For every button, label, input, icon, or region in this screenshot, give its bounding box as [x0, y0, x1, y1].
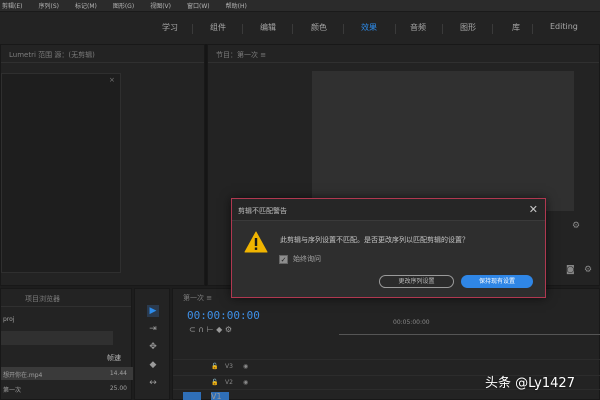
source-panel-header[interactable]: Lumetri 范围 源：(无剪辑)	[1, 45, 204, 63]
wrench-icon[interactable]: ⚙	[572, 221, 580, 231]
menu-item-window[interactable]: 窗口(W)	[187, 1, 210, 10]
watermark: 头条 @Ly1427	[485, 376, 575, 391]
project-search-input[interactable]	[1, 331, 113, 345]
track-select-tool-icon[interactable]: ⇥	[147, 323, 159, 335]
tab-effects[interactable]: 效果	[361, 22, 377, 33]
track-v3[interactable]: 🔓 V3 ◉	[173, 359, 600, 373]
keep-existing-settings-button[interactable]: 保持现有设置	[461, 275, 533, 288]
close-icon[interactable]: ✕	[529, 203, 538, 216]
slip-tool-icon[interactable]: ↔	[147, 377, 159, 389]
tab-separator	[492, 24, 493, 34]
snap-icon[interactable]: ⊂ ∩ ⊢ ◆ ⚙	[189, 325, 232, 334]
settings-icon[interactable]: ⚙	[584, 265, 592, 275]
close-icon[interactable]: ×	[109, 76, 115, 84]
list-item[interactable]: 想开你在.mp4 14.44	[1, 367, 133, 380]
always-ask-checkbox-row[interactable]: ✓ 始终询问	[279, 254, 321, 264]
track-label: V3	[225, 363, 233, 370]
warning-icon	[244, 231, 268, 253]
list-item[interactable]: 第一次 25.00	[1, 382, 133, 395]
always-ask-label[interactable]: 始终询问	[293, 254, 321, 264]
tab-libraries[interactable]: 库	[512, 22, 520, 33]
tab-separator	[532, 24, 533, 34]
tab-audio[interactable]: 音频	[410, 22, 426, 33]
list-item-value: 14.44	[109, 370, 127, 377]
menu-bar: 剪辑(E) 序列(S) 标记(M) 图形(G) 视图(V) 窗口(W) 帮助(H…	[0, 0, 600, 12]
tab-separator	[292, 24, 293, 34]
track-label-v1[interactable]: V1	[211, 392, 229, 400]
project-panel: 项目浏览器 proj 帧速 想开你在.mp4 14.44 第一次 25.00	[0, 288, 133, 400]
eye-icon[interactable]: ◉	[243, 379, 248, 386]
timeline-ruler-label: 00:05:00:00	[393, 319, 430, 326]
list-item-value: 25.00	[109, 385, 127, 392]
lock-icon[interactable]: 🔓	[211, 363, 218, 370]
change-sequence-settings-button[interactable]: 更改序列设置	[379, 275, 454, 288]
eye-icon[interactable]: ◉	[243, 363, 248, 370]
selection-tool-icon[interactable]: ▶	[147, 305, 159, 317]
dialog-message: 此剪辑与序列设置不匹配。是否更改序列以匹配剪辑的设置？	[280, 236, 469, 244]
menu-item-markers[interactable]: 标记(M)	[75, 1, 97, 10]
always-ask-checkbox[interactable]: ✓	[279, 254, 288, 264]
tools-panel: ▶ ⇥ ✥ ◆ ↔	[134, 288, 170, 400]
tab-editing[interactable]: 编辑	[260, 22, 276, 33]
source-panel: Lumetri 范围 源：(无剪辑) ×	[0, 44, 205, 286]
track-label: V2	[225, 379, 233, 386]
menu-item-graphics[interactable]: 图形(G)	[113, 1, 134, 10]
tab-editing-workspace[interactable]: Editing	[550, 22, 578, 31]
project-panel-header[interactable]: 项目浏览器	[1, 289, 131, 307]
tab-separator	[442, 24, 443, 34]
list-item-name: 第一次	[3, 387, 22, 394]
menu-item-help[interactable]: 帮助(H)	[226, 1, 247, 10]
menu-item-edit[interactable]: 剪辑(E)	[2, 1, 22, 10]
tab-separator	[343, 24, 344, 34]
program-panel-header[interactable]: 节目：第一次 ≡	[208, 45, 599, 63]
menu-item-view[interactable]: 视图(V)	[150, 1, 171, 10]
tab-assembly[interactable]: 组件	[210, 22, 226, 33]
list-item-name: 想开你在.mp4	[3, 372, 43, 379]
column-header-framerate[interactable]: 帧速	[107, 353, 121, 363]
ripple-edit-tool-icon[interactable]: ✥	[147, 341, 159, 353]
workspace-bar: 学习 组件 编辑 颜色 效果 音频 图形 库 Editing	[0, 12, 600, 44]
tab-separator	[395, 24, 396, 34]
lock-icon[interactable]: 🔓	[211, 379, 218, 386]
project-file-label: proj	[3, 316, 15, 323]
tab-learning[interactable]: 学习	[162, 22, 178, 33]
source-inner-pane	[1, 73, 121, 273]
timeline-ruler[interactable]	[339, 329, 600, 335]
menu-item-sequence[interactable]: 序列(S)	[38, 1, 59, 10]
tab-separator	[242, 24, 243, 34]
camera-icon[interactable]: ◙	[566, 265, 575, 275]
dialog-title: 剪辑不匹配警告	[232, 199, 545, 221]
track-target-v1[interactable]	[183, 392, 201, 400]
tab-graphics[interactable]: 图形	[460, 22, 476, 33]
program-monitor-display	[312, 71, 574, 211]
tab-color[interactable]: 颜色	[311, 22, 327, 33]
clip-mismatch-dialog: 剪辑不匹配警告 ✕ 此剪辑与序列设置不匹配。是否更改序列以匹配剪辑的设置？ ✓ …	[231, 198, 546, 298]
timeline-timecode[interactable]: 00:00:00:00	[187, 309, 260, 322]
tab-separator	[192, 24, 193, 34]
razor-tool-icon[interactable]: ◆	[147, 359, 159, 371]
